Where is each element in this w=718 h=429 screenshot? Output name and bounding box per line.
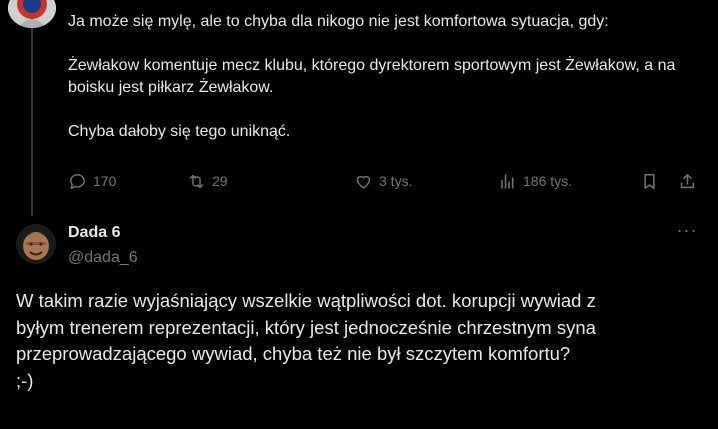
reply-tweet-line: W takim razie wyjaśniający wszelkie wątp…: [16, 290, 596, 311]
reply-icon: [70, 173, 85, 189]
reply-tweet-line: ;-): [16, 369, 34, 391]
share-button[interactable]: [678, 170, 697, 192]
bookmark-button[interactable]: [640, 170, 659, 192]
parent-tweet-paragraph: Chyba dałoby się tego uniknąć.: [68, 123, 291, 140]
reply-tweet-line: byłym trenerem reprezentacji, który jest…: [16, 316, 596, 338]
parent-tweet-paragraph: Żewłakow komentuje mecz klubu, którego d…: [68, 57, 676, 96]
parent-tweet-actions: 170 29 3 tys. 186 tys.: [68, 170, 708, 192]
like-count: 3 tys.: [379, 173, 413, 189]
reply-handle[interactable]: @dada_6: [68, 248, 138, 268]
thread-connector-line: [31, 20, 33, 216]
like-button[interactable]: 3 tys.: [354, 170, 412, 192]
views-button[interactable]: 186 tys.: [498, 170, 572, 192]
repost-button[interactable]: 29: [187, 170, 228, 192]
reply-author-avatar[interactable]: [16, 224, 56, 264]
parent-tweet-text: Ja może się mylę, ale to chyba dla nikog…: [68, 11, 708, 143]
view-count: 186 tys.: [523, 173, 573, 189]
parent-tweet-paragraph: Ja może się mylę, ale to chyba dla nikog…: [68, 13, 609, 30]
reply-button[interactable]: 170: [68, 170, 116, 192]
reply-tweet-text: W takim razie wyjaśniający wszelkie wątp…: [16, 288, 706, 394]
reply-tweet-line: przeprowadzającego wywiad, chyba też nie…: [16, 343, 571, 364]
repost-icon: [189, 174, 204, 188]
bookmark-icon: [644, 173, 655, 189]
reply-display-name[interactable]: Dada 6: [68, 223, 120, 243]
heart-icon: [356, 175, 371, 189]
parent-author-avatar[interactable]: [8, 0, 56, 28]
user-avatar-icon: [8, 0, 56, 28]
more-options-icon[interactable]: ···: [674, 221, 700, 242]
share-icon: [680, 173, 695, 188]
user-avatar-icon: [16, 224, 56, 264]
repost-count: 29: [212, 173, 228, 189]
reply-count: 170: [93, 173, 117, 189]
analytics-icon: [501, 173, 514, 189]
